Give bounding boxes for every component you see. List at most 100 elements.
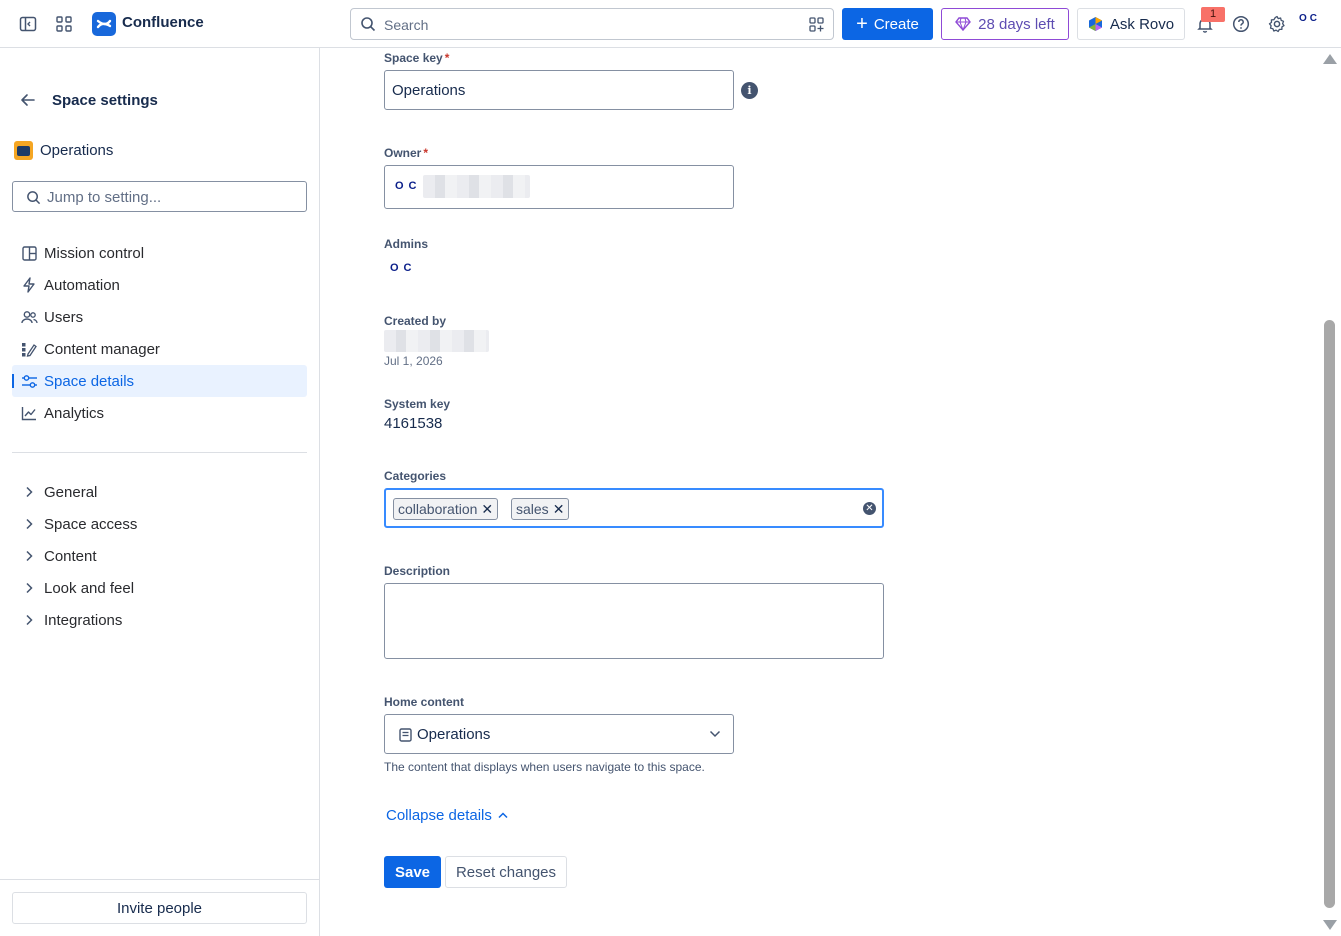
sidebar-item-analytics[interactable]: Analytics <box>12 397 307 429</box>
required-mark: * <box>444 51 450 65</box>
category-tag-label: sales <box>516 501 549 517</box>
sidebar-item-label: Analytics <box>44 404 105 422</box>
owner-label-text: Owner <box>384 146 422 160</box>
chevron-right-icon <box>19 614 39 626</box>
trial-button[interactable]: 28 days left <box>941 8 1069 40</box>
owner-picker[interactable]: OC <box>384 165 734 209</box>
sidebar-item-users[interactable]: Users <box>12 301 307 333</box>
remove-tag-icon[interactable]: ✕ <box>553 501 565 518</box>
collapse-details-label: Collapse details <box>386 807 492 824</box>
sidebar-footer-divider <box>0 879 319 880</box>
required-mark: * <box>423 146 429 160</box>
profile-avatar[interactable]: OC <box>1299 13 1327 35</box>
reset-changes-button[interactable]: Reset changes <box>445 856 567 888</box>
sidebar-divider <box>12 452 307 453</box>
ask-rovo-label: Ask Rovo <box>1109 15 1175 33</box>
plus-icon: + <box>856 13 868 35</box>
page-icon <box>399 728 412 742</box>
ask-rovo-button[interactable]: Ask Rovo <box>1077 8 1185 40</box>
sidebar-group-label: Space access <box>44 515 138 533</box>
scrollbar-thumb[interactable] <box>1324 320 1335 908</box>
lightning-icon <box>19 275 39 295</box>
sidebar-item-space-details[interactable]: Space details <box>12 365 307 397</box>
description-textarea[interactable] <box>384 583 884 659</box>
sidebar-item-label: Mission control <box>44 244 145 262</box>
search-icon <box>27 191 41 205</box>
owner-name-redacted <box>423 175 530 198</box>
top-navigation: Confluence Search + Create 28 days left … <box>0 0 1341 48</box>
home-content-value: Operations <box>417 726 491 743</box>
invite-people-button[interactable]: Invite people <box>12 892 307 924</box>
collapse-details-link[interactable]: Collapse details <box>386 807 508 824</box>
home-content-help-text: The content that displays when users nav… <box>384 760 705 774</box>
admin-avatar[interactable]: OC <box>390 262 417 274</box>
save-button[interactable]: Save <box>384 856 441 888</box>
clear-all-icon[interactable]: ✕ <box>863 502 876 515</box>
sliders-icon <box>19 371 39 391</box>
rovo-icon <box>1088 17 1102 31</box>
category-tag-label: collaboration <box>398 501 478 517</box>
sidebar-group-integrations[interactable]: Integrations <box>12 604 307 636</box>
chevron-right-icon <box>19 486 39 498</box>
create-button[interactable]: + Create <box>842 8 933 40</box>
back-arrow-icon[interactable] <box>19 91 37 109</box>
categories-input[interactable]: collaboration ✕ sales ✕ ✕ <box>384 488 884 528</box>
categories-label: Categories <box>384 469 447 483</box>
space-key-label-text: Space key <box>384 51 443 65</box>
chevron-right-icon <box>19 550 39 562</box>
help-icon[interactable] <box>1227 10 1255 38</box>
sidebar-item-label: Space details <box>44 372 135 390</box>
sidebar-item-content-manager[interactable]: Content manager <box>12 333 307 365</box>
sidebar-item-label: Content manager <box>44 340 160 358</box>
home-content-select[interactable]: Operations <box>384 714 734 754</box>
diamond-icon <box>955 17 972 31</box>
description-label: Description <box>384 564 451 578</box>
sidebar-group-space-access[interactable]: Space access <box>12 508 307 540</box>
product-name[interactable]: Confluence <box>122 14 204 31</box>
chevron-down-icon <box>709 730 721 738</box>
info-icon[interactable]: i <box>741 82 758 99</box>
owner-avatar: OC <box>395 180 422 192</box>
admins-label: Admins <box>384 237 429 251</box>
create-button-label: Create <box>873 15 919 33</box>
scroll-down-arrow-icon[interactable] <box>1323 920 1337 930</box>
sidebar-item-label: Users <box>44 308 84 326</box>
space-key-label: Space key * <box>384 51 449 65</box>
sidebar-group-label: General <box>44 483 98 501</box>
notification-count-badge: 1 <box>1201 7 1225 22</box>
chevron-right-icon <box>19 518 39 530</box>
sidebar-item-label: Automation <box>44 276 120 294</box>
sidebar-group-content[interactable]: Content <box>12 540 307 572</box>
created-date: Jul 1, 2026 <box>384 354 443 368</box>
sidebar-group-label: Look and feel <box>44 579 135 597</box>
sidebar-item-automation[interactable]: Automation <box>12 269 307 301</box>
settings-gear-icon[interactable] <box>1263 10 1291 38</box>
home-content-label: Home content <box>384 695 465 709</box>
scroll-up-arrow-icon[interactable] <box>1323 54 1337 64</box>
sidebar-group-label: Content <box>44 547 97 565</box>
jump-to-setting-placeholder: Jump to setting... <box>47 189 162 206</box>
chevron-right-icon <box>19 582 39 594</box>
sidebar-group-look-and-feel[interactable]: Look and feel <box>12 572 307 604</box>
sidebar-item-mission-control[interactable]: Mission control <box>12 237 307 269</box>
app-switcher-icon[interactable] <box>50 10 78 38</box>
search-filter-icon[interactable] <box>809 17 824 32</box>
people-icon <box>19 307 39 327</box>
chart-line-icon <box>19 403 39 423</box>
remove-tag-icon[interactable]: ✕ <box>481 501 493 518</box>
system-key-value: 4161538 <box>384 415 443 432</box>
creator-name-redacted <box>384 330 489 352</box>
sidebar-toggle-icon[interactable] <box>14 10 42 38</box>
search-placeholder: Search <box>384 17 429 33</box>
layout-icon <box>19 243 39 263</box>
jump-to-setting-input[interactable]: Jump to setting... <box>12 181 307 212</box>
space-key-input[interactable]: Operations <box>384 70 734 110</box>
sidebar-group-general[interactable]: General <box>12 476 307 508</box>
search-icon <box>361 17 376 32</box>
chevron-up-icon <box>498 812 508 819</box>
space-key-value: Operations <box>392 82 466 99</box>
space-name[interactable]: Operations <box>40 142 113 159</box>
confluence-logo-icon[interactable] <box>92 12 116 36</box>
space-icon <box>14 141 33 160</box>
search-bar[interactable]: Search <box>350 8 834 40</box>
